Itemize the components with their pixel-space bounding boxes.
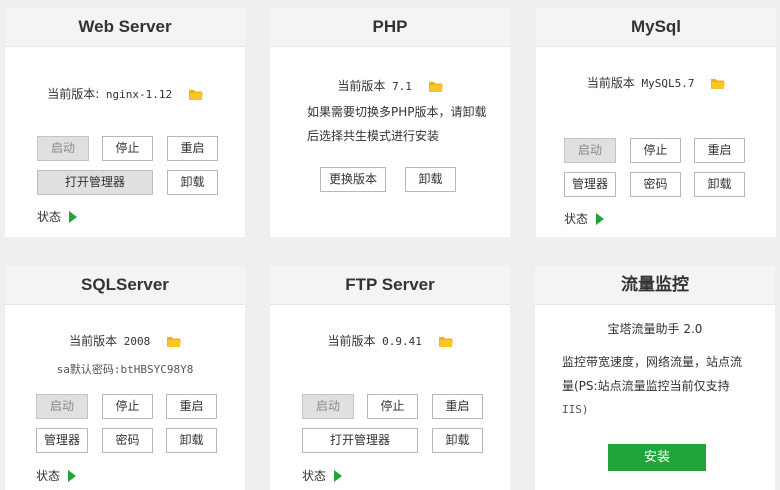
plugin-name: 宝塔流量助手 2.0 xyxy=(607,322,703,336)
version-value: nginx-1.12 xyxy=(105,88,173,101)
stop-button[interactable]: 停止 xyxy=(102,394,153,419)
manager-button[interactable]: 管理器 xyxy=(36,428,88,453)
card-title: MySql xyxy=(536,8,776,47)
status-label: 状态 xyxy=(302,469,327,483)
manager-button[interactable]: 管理器 xyxy=(564,172,616,197)
start-button[interactable]: 启动 xyxy=(36,394,88,419)
card-title: SQLServer xyxy=(5,266,245,305)
note-line: 如果需要切换多PHP版本，请卸载 xyxy=(307,105,487,119)
change-version-button[interactable]: 更换版本 xyxy=(320,167,386,192)
folder-icon[interactable] xyxy=(711,78,726,89)
start-button[interactable]: 启动 xyxy=(37,136,89,161)
uninstall-button[interactable]: 卸载 xyxy=(432,428,483,453)
card-title: PHP xyxy=(270,8,510,47)
desc-line: IIS) xyxy=(562,403,589,416)
card-title: Web Server xyxy=(5,8,245,47)
status-label: 状态 xyxy=(37,210,62,224)
note-line: 后选择共生模式进行安装 xyxy=(307,129,440,143)
install-button[interactable]: 安装 xyxy=(608,444,706,471)
open-manager-button[interactable]: 打开管理器 xyxy=(37,170,153,195)
php-card: PHP 当前版本 7.1 如果需要切换多PHP版本，请卸载 后选择共生模式进行安… xyxy=(270,8,510,237)
default-password-note: sa默认密码:btHBSYC98Y8 xyxy=(56,363,194,376)
ftp-server-card: FTP Server 当前版本 0.9.41 启动 停止 重启 打开管理器 卸载… xyxy=(270,266,510,490)
folder-icon[interactable] xyxy=(166,336,181,347)
restart-button[interactable]: 重启 xyxy=(694,138,745,163)
play-triangle-icon xyxy=(596,213,605,225)
version-label: 当前版本 xyxy=(586,76,635,90)
version-label: 当前版本 xyxy=(327,334,376,348)
status-indicator[interactable]: 状态 xyxy=(302,467,343,484)
status-indicator[interactable]: 状态 xyxy=(37,208,78,225)
status-label: 状态 xyxy=(564,212,589,226)
folder-icon[interactable] xyxy=(188,89,203,100)
play-triangle-icon xyxy=(69,211,78,223)
card-title: FTP Server xyxy=(270,266,510,305)
status-label: 状态 xyxy=(36,469,61,483)
restart-button[interactable]: 重启 xyxy=(432,394,483,419)
version-line: 当前版本 0.9.41 xyxy=(270,332,510,349)
version-label: 当前版本 xyxy=(337,79,386,93)
status-indicator[interactable]: 状态 xyxy=(564,210,605,227)
uninstall-button[interactable]: 卸载 xyxy=(166,428,217,453)
stop-button[interactable]: 停止 xyxy=(102,136,153,161)
php-switch-note: 如果需要切换多PHP版本，请卸载 后选择共生模式进行安装 xyxy=(307,100,487,148)
uninstall-button[interactable]: 卸载 xyxy=(167,170,218,195)
version-line: 当前版本 7.1 xyxy=(270,77,510,94)
version-value: 2008 xyxy=(123,335,151,348)
version-value: 0.9.41 xyxy=(382,335,422,348)
open-manager-button[interactable]: 打开管理器 xyxy=(302,428,418,453)
uninstall-button[interactable]: 卸载 xyxy=(405,167,456,192)
uninstall-button[interactable]: 卸载 xyxy=(694,172,745,197)
version-line: 当前版本 MySQL5.7 xyxy=(536,74,776,91)
status-indicator[interactable]: 状态 xyxy=(36,467,77,484)
start-button[interactable]: 启动 xyxy=(302,394,354,419)
sqlserver-card: SQLServer 当前版本 2008 sa默认密码:btHBSYC98Y8 启… xyxy=(5,266,245,490)
traffic-monitor-card: 流量监控 宝塔流量助手 2.0 监控带宽速度，网络流量，站点流 量(PS:站点流… xyxy=(535,266,775,490)
stop-button[interactable]: 停止 xyxy=(367,394,418,419)
web-server-card: Web Server 当前版本: nginx-1.12 启动 停止 重启 打开管… xyxy=(5,8,245,237)
stop-button[interactable]: 停止 xyxy=(630,138,681,163)
restart-button[interactable]: 重启 xyxy=(167,136,218,161)
version-label: 当前版本: xyxy=(47,87,100,101)
version-value: MySQL5.7 xyxy=(641,77,695,90)
desc-line: 监控带宽速度，网络流量，站点流 xyxy=(562,355,743,369)
play-triangle-icon xyxy=(334,470,343,482)
version-label: 当前版本 xyxy=(69,334,118,348)
mysql-card: MySql 当前版本 MySQL5.7 启动 停止 重启 管理器 密码 卸载 状… xyxy=(536,8,776,237)
folder-icon[interactable] xyxy=(428,81,443,92)
desc-line: 量(PS:站点流量监控当前仅支持 xyxy=(562,379,730,393)
traffic-description: 监控带宽速度，网络流量，站点流 量(PS:站点流量监控当前仅支持 IIS) xyxy=(562,350,742,422)
version-line: 当前版本: nginx-1.12 xyxy=(5,85,245,102)
restart-button[interactable]: 重启 xyxy=(166,394,217,419)
password-button[interactable]: 密码 xyxy=(102,428,153,453)
play-triangle-icon xyxy=(68,470,77,482)
start-button[interactable]: 启动 xyxy=(564,138,616,163)
version-value: 7.1 xyxy=(392,80,412,93)
version-line: 当前版本 2008 xyxy=(5,332,245,349)
card-title: 流量监控 xyxy=(535,266,775,305)
password-button[interactable]: 密码 xyxy=(630,172,681,197)
folder-icon[interactable] xyxy=(438,336,453,347)
